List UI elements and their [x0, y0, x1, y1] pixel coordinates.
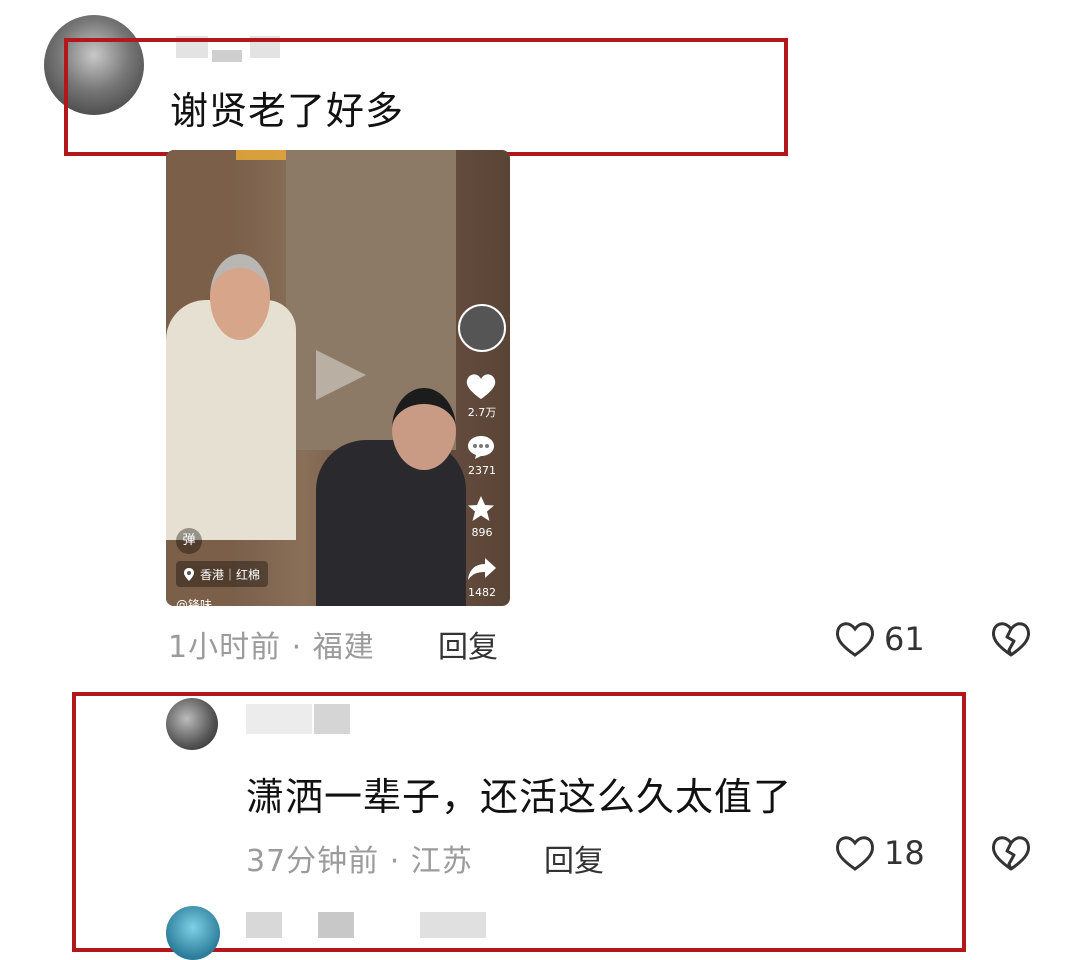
reply-button[interactable]: 回复	[544, 836, 604, 880]
star-icon[interactable]	[466, 494, 496, 524]
heart-outline-icon	[836, 622, 874, 657]
heart-outline-icon	[836, 836, 874, 871]
username-redacted	[246, 912, 282, 938]
danmaku-button[interactable]: 弹	[176, 528, 202, 554]
comment-meta: 1小时前 · 福建	[168, 630, 375, 665]
person-figure	[316, 440, 466, 606]
share-icon[interactable]	[467, 556, 497, 582]
comment-text: 谢贤老了好多	[170, 89, 405, 133]
location-tag[interactable]: 香港｜红棉	[176, 561, 269, 587]
username-redacted	[314, 704, 350, 734]
username-redacted	[318, 912, 354, 938]
dislike-broken-heart-icon[interactable]	[990, 620, 1032, 658]
reply-button[interactable]: 回复	[438, 622, 498, 666]
video-thumbnail[interactable]: 2.7万 2371 896 1482 弹 香港｜红棉 @锋味	[166, 150, 510, 606]
video-comment-count: 2371	[468, 464, 496, 477]
person-head	[392, 388, 456, 470]
video-author-handle[interactable]: @锋味	[176, 596, 212, 606]
commenter-avatar[interactable]	[166, 906, 220, 960]
creator-avatar[interactable]	[458, 304, 506, 352]
play-icon[interactable]	[306, 345, 376, 405]
video-share-count: 1482	[468, 586, 496, 599]
location-text: 香港｜红棉	[200, 567, 261, 582]
username-redacted	[420, 912, 486, 938]
comment-bubble-icon[interactable]	[467, 434, 495, 460]
video-favorite-count: 896	[471, 526, 493, 539]
like-button[interactable]: 61	[834, 620, 925, 658]
commenter-avatar[interactable]	[166, 698, 218, 750]
comment-meta: 37分钟前 · 江苏	[246, 844, 473, 879]
like-count: 61	[884, 620, 925, 658]
video-like-count: 2.7万	[467, 406, 497, 419]
comment-text: 潇洒一辈子，还活这么久太值了	[246, 775, 793, 819]
dislike-broken-heart-icon[interactable]	[990, 834, 1032, 872]
like-count: 18	[884, 834, 925, 872]
person-head	[210, 254, 270, 340]
location-pin-icon	[184, 567, 194, 581]
username-redacted	[246, 704, 312, 734]
heart-icon[interactable]	[465, 372, 497, 400]
like-button[interactable]: 18	[834, 834, 925, 872]
